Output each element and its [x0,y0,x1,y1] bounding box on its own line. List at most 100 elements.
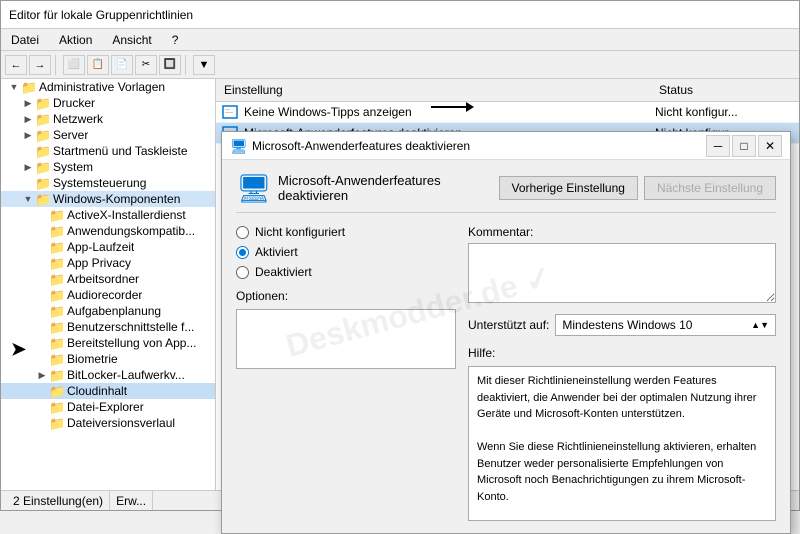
right-item-0[interactable]: Keine Windows-Tipps anzeigen Nicht konfi… [216,102,799,123]
next-setting-btn[interactable]: Nächste Einstellung [644,176,776,200]
tree-item-netzwerk[interactable]: ▶ 📁 Netzwerk [1,111,215,127]
tree-item-systemsteuerung[interactable]: ▶ 📁 Systemsteuerung [1,175,215,191]
menu-help[interactable]: ? [166,31,185,49]
tree-label-apl: App-Laufzeit [67,240,134,254]
tree-item-cloudinhalt[interactable]: ▶ 📁 Cloudinhalt [1,383,215,399]
radio-circle-nk [236,226,249,239]
supported-row: Unterstützt auf: Mindestens Windows 10 ▲… [468,314,776,336]
tree-label-server: Server [53,128,88,142]
folder-icon-admin: 📁 [21,80,37,94]
tree-item-datei-explorer[interactable]: ▶ 📁 Datei-Explorer [1,399,215,415]
supported-label: Unterstützt auf: [468,318,549,332]
status-pane2: Erw... [110,491,153,510]
tree-item-audiorecorder[interactable]: ▶ 📁 Audiorecorder [1,287,215,303]
dialog-body: 🖥 Microsoft-Anwenderfeatures deaktiviere… [222,160,790,533]
folder-icon-system: 📁 [35,160,51,174]
tree-expand-system[interactable]: ▶ [21,162,35,173]
prev-setting-btn[interactable]: Vorherige Einstellung [499,176,638,200]
tree-item-biometrie[interactable]: ▶ 📁 Biometrie [1,351,215,367]
tree-item-bereitstellung[interactable]: ▶ 📁 Bereitstellung von App... [1,335,215,351]
tree-expand-wk[interactable]: ▼ [21,194,35,204]
tree-item-anwendungskompatib[interactable]: ▶ 📁 Anwendungskompatib... [1,223,215,239]
folder-icon-app-privacy: 📁 [49,256,65,270]
tree-item-windows-komponenten[interactable]: ▼ 📁 Windows-Komponenten [1,191,215,207]
tree-label-de: Datei-Explorer [67,400,144,414]
tree-expand-admin[interactable]: ▼ [7,82,21,92]
folder-icon-dv: 📁 [49,416,65,430]
tree-item-activex[interactable]: ▶ 📁 ActiveX-Installerdienst [1,207,215,223]
tree-label-ao: Arbeitsordner [67,272,139,286]
dialog-maximize-btn[interactable]: □ [732,135,756,157]
toolbar-btn2[interactable]: 📋 [87,55,109,75]
tree-label-system: System [53,160,93,174]
toolbar-filter[interactable]: ▼ [193,55,215,75]
tree-label-aufg: Aufgabenplanung [67,304,161,318]
menu-bar: Datei Aktion Ansicht ? [1,29,799,51]
menu-aktion[interactable]: Aktion [53,31,98,49]
setting-icon-0 [220,104,240,120]
title-bar: Editor für lokale Gruppenrichtlinien [1,1,799,29]
folder-icon-server: 📁 [35,128,51,142]
help-text-box: Mit dieser Richtlinieneinstellung werden… [468,366,776,521]
tree-label-ar: Audiorecorder [67,288,142,302]
toolbar-btn4[interactable]: ✂ [135,55,157,75]
dialog-icon: 🖥 [230,138,246,154]
tree-item-bitlocker[interactable]: ▶ 📁 BitLocker-Laufwerkv... [1,367,215,383]
tree-expand-drucker[interactable]: ▶ [21,98,35,109]
folder-icon-drucker: 📁 [35,96,51,110]
dialog-right-panel: Kommentar: Unterstützt auf: Mindestens W… [468,225,776,521]
dialog-title-text: Microsoft-Anwenderfeatures deaktivieren [252,139,706,153]
tree-panel[interactable]: ▼ 📁 Administrative Vorlagen ▶ 📁 Drucker … [1,79,216,490]
options-section: Optionen: [236,289,456,369]
toolbar-btn3[interactable]: 📄 [111,55,133,75]
folder-icon-ar: 📁 [49,288,65,302]
comment-textarea[interactable] [468,243,776,303]
menu-datei[interactable]: Datei [5,31,45,49]
toolbar-back[interactable]: ← [5,55,27,75]
folder-icon-cloud: 📁 [49,384,65,398]
menu-ansicht[interactable]: Ansicht [106,31,157,49]
toolbar-forward[interactable]: → [29,55,51,75]
settings-dialog[interactable]: 🖥 Microsoft-Anwenderfeatures deaktiviere… [221,131,791,534]
toolbar-btn5[interactable]: 🔲 [159,55,181,75]
tree-item-arbeitsordner[interactable]: ▶ 📁 Arbeitsordner [1,271,215,287]
dialog-close-btn[interactable]: ✕ [758,135,782,157]
tree-expand-netzwerk[interactable]: ▶ [21,114,35,125]
dialog-controls: ─ □ ✕ [706,135,782,157]
dialog-minimize-btn[interactable]: ─ [706,135,730,157]
radio-group: Nicht konfiguriert Aktiviert Deaktivie [236,225,456,279]
tree-item-startmenue[interactable]: ▶ 📁 Startmenü und Taskleiste [1,143,215,159]
tree-item-system[interactable]: ▶ 📁 System [1,159,215,175]
tree-item-aufgabenplanung[interactable]: ▶ 📁 Aufgabenplanung [1,303,215,319]
dialog-nav-buttons: Vorherige Einstellung Nächste Einstellun… [499,176,776,200]
toolbar-btn1[interactable]: ⬜ [63,55,85,75]
tree-item-admin-vorlagen[interactable]: ▼ 📁 Administrative Vorlagen [1,79,215,95]
tree-label-ber: Bereitstellung von App... [67,336,196,350]
tree-label-startmenue: Startmenü und Taskleiste [53,144,188,158]
tree-item-app-privacy[interactable]: ▶ 📁 App Privacy [1,255,215,271]
folder-icon-startmenue: 📁 [35,144,51,158]
tree-item-benutzerschnittstelle[interactable]: ▶ 📁 Benutzerschnittstelle f... [1,319,215,335]
radio-nicht-konfiguriert[interactable]: Nicht konfiguriert [236,225,456,239]
help-text: Mit dieser Richtlinieneinstellung werden… [477,375,756,521]
folder-icon-ao: 📁 [49,272,65,286]
tree-item-app-laufzeit[interactable]: ▶ 📁 App-Laufzeit [1,239,215,255]
folder-icon-apl: 📁 [49,240,65,254]
help-label: Hilfe: [468,346,776,360]
tree-expand-server[interactable]: ▶ [21,130,35,141]
folder-icon-systemsteuerung: 📁 [35,176,51,190]
dialog-left-panel: Nicht konfiguriert Aktiviert Deaktivie [236,225,456,521]
tree-label-drucker: Drucker [53,96,95,110]
col-header-setting: Einstellung [220,81,655,99]
radio-label-nk: Nicht konfiguriert [255,225,345,239]
tree-label-bio: Biometrie [67,352,118,366]
radio-deaktiviert[interactable]: Deaktiviert [236,265,456,279]
tree-item-dateiversionsver[interactable]: ▶ 📁 Dateiversionsverlaul [1,415,215,431]
tree-expand-bit[interactable]: ▶ [35,370,49,381]
tree-label-systemsteuerung: Systemsteuerung [53,176,146,190]
toolbar-sep1 [55,55,59,75]
radio-aktiviert[interactable]: Aktiviert [236,245,456,259]
tree-item-server[interactable]: ▶ 📁 Server [1,127,215,143]
tree-item-drucker[interactable]: ▶ 📁 Drucker [1,95,215,111]
right-header: Einstellung Status [216,79,799,102]
